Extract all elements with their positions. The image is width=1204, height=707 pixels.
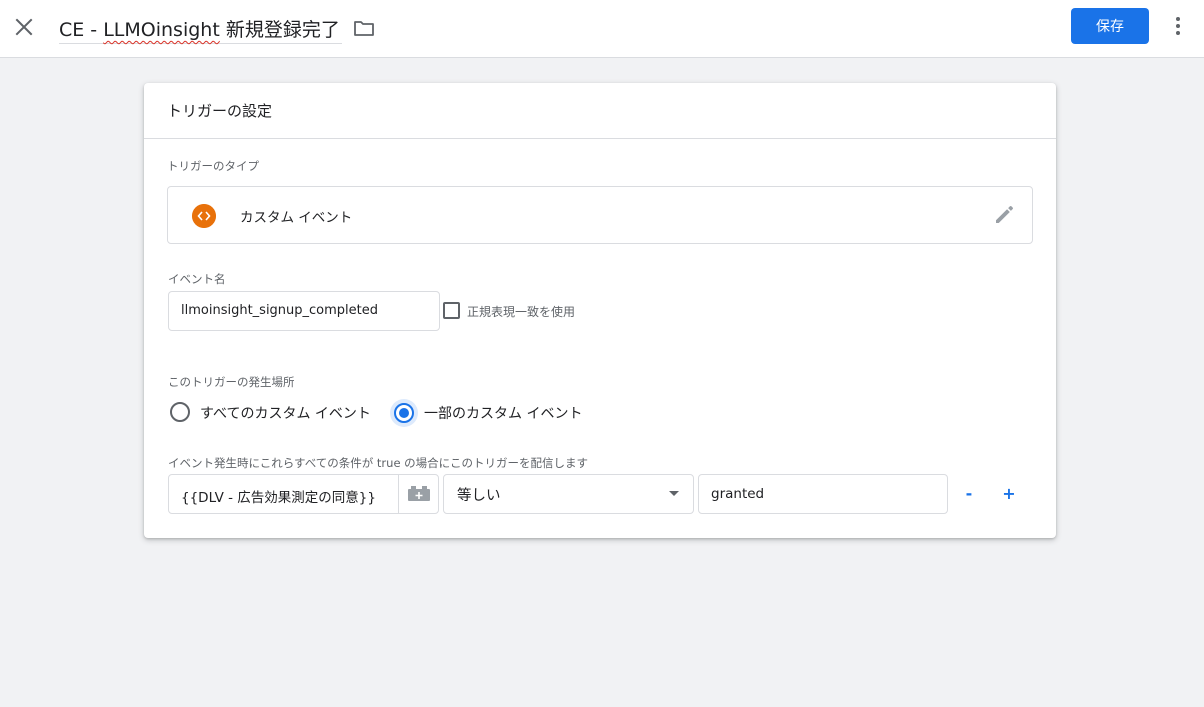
more-vert-icon[interactable] (1166, 14, 1190, 38)
top-bar: CE - LLMOinsight 新規登録完了 保存 (0, 0, 1204, 58)
tag-name-field[interactable]: CE - LLMOinsight 新規登録完了 (59, 10, 342, 44)
radio-all-custom-events[interactable] (170, 402, 190, 422)
radio-all-label: すべてのカスタム イベント (200, 406, 371, 422)
condition-variable-field[interactable]: {{DLV - 広告効果測定の同意}} (168, 474, 439, 514)
card-title: トリガーの設定 (167, 102, 273, 120)
condition-variable-text: {{DLV - 広告効果測定の同意}} (181, 490, 376, 506)
radio-some-custom-events[interactable] (394, 403, 414, 423)
trigger-config-card: トリガーの設定 トリガーのタイプ カスタム イベント イベント名 llmoins… (144, 83, 1056, 538)
dropdown-arrow-icon (669, 491, 679, 496)
save-button[interactable]: 保存 (1071, 8, 1149, 44)
regex-checkbox[interactable] (443, 302, 460, 319)
trigger-type-name: カスタム イベント (240, 210, 353, 226)
edit-pencil-icon[interactable] (992, 203, 1016, 227)
condition-operator-text: 等しい (457, 488, 501, 504)
regex-checkbox-label: 正規表現一致を使用 (467, 305, 576, 319)
page-title: CE - LLMOinsight 新規登録完了 (59, 19, 340, 41)
close-icon[interactable] (12, 15, 36, 39)
folder-icon[interactable] (352, 16, 376, 40)
card-header: トリガーの設定 (144, 83, 1056, 139)
trigger-type-label: トリガーのタイプ (167, 159, 259, 173)
fires-on-label: このトリガーの発生場所 (168, 375, 295, 389)
condition-label: イベント発生時にこれらすべての条件が true の場合にこのトリガーを配信します (168, 456, 588, 470)
event-name-input[interactable]: llmoinsight_signup_completed (168, 291, 440, 331)
add-condition-button[interactable]: + (997, 481, 1021, 505)
condition-value-input[interactable]: granted (698, 474, 948, 514)
event-name-label: イベント名 (168, 272, 226, 286)
condition-operator-select[interactable]: 等しい (443, 474, 694, 514)
variable-picker-icon[interactable] (405, 483, 433, 505)
trigger-type-selector[interactable]: カスタム イベント (167, 186, 1033, 244)
radio-some-label: 一部のカスタム イベント (424, 406, 583, 422)
remove-condition-button[interactable]: - (957, 481, 981, 505)
custom-event-icon (192, 204, 216, 228)
variable-divider (398, 475, 399, 513)
